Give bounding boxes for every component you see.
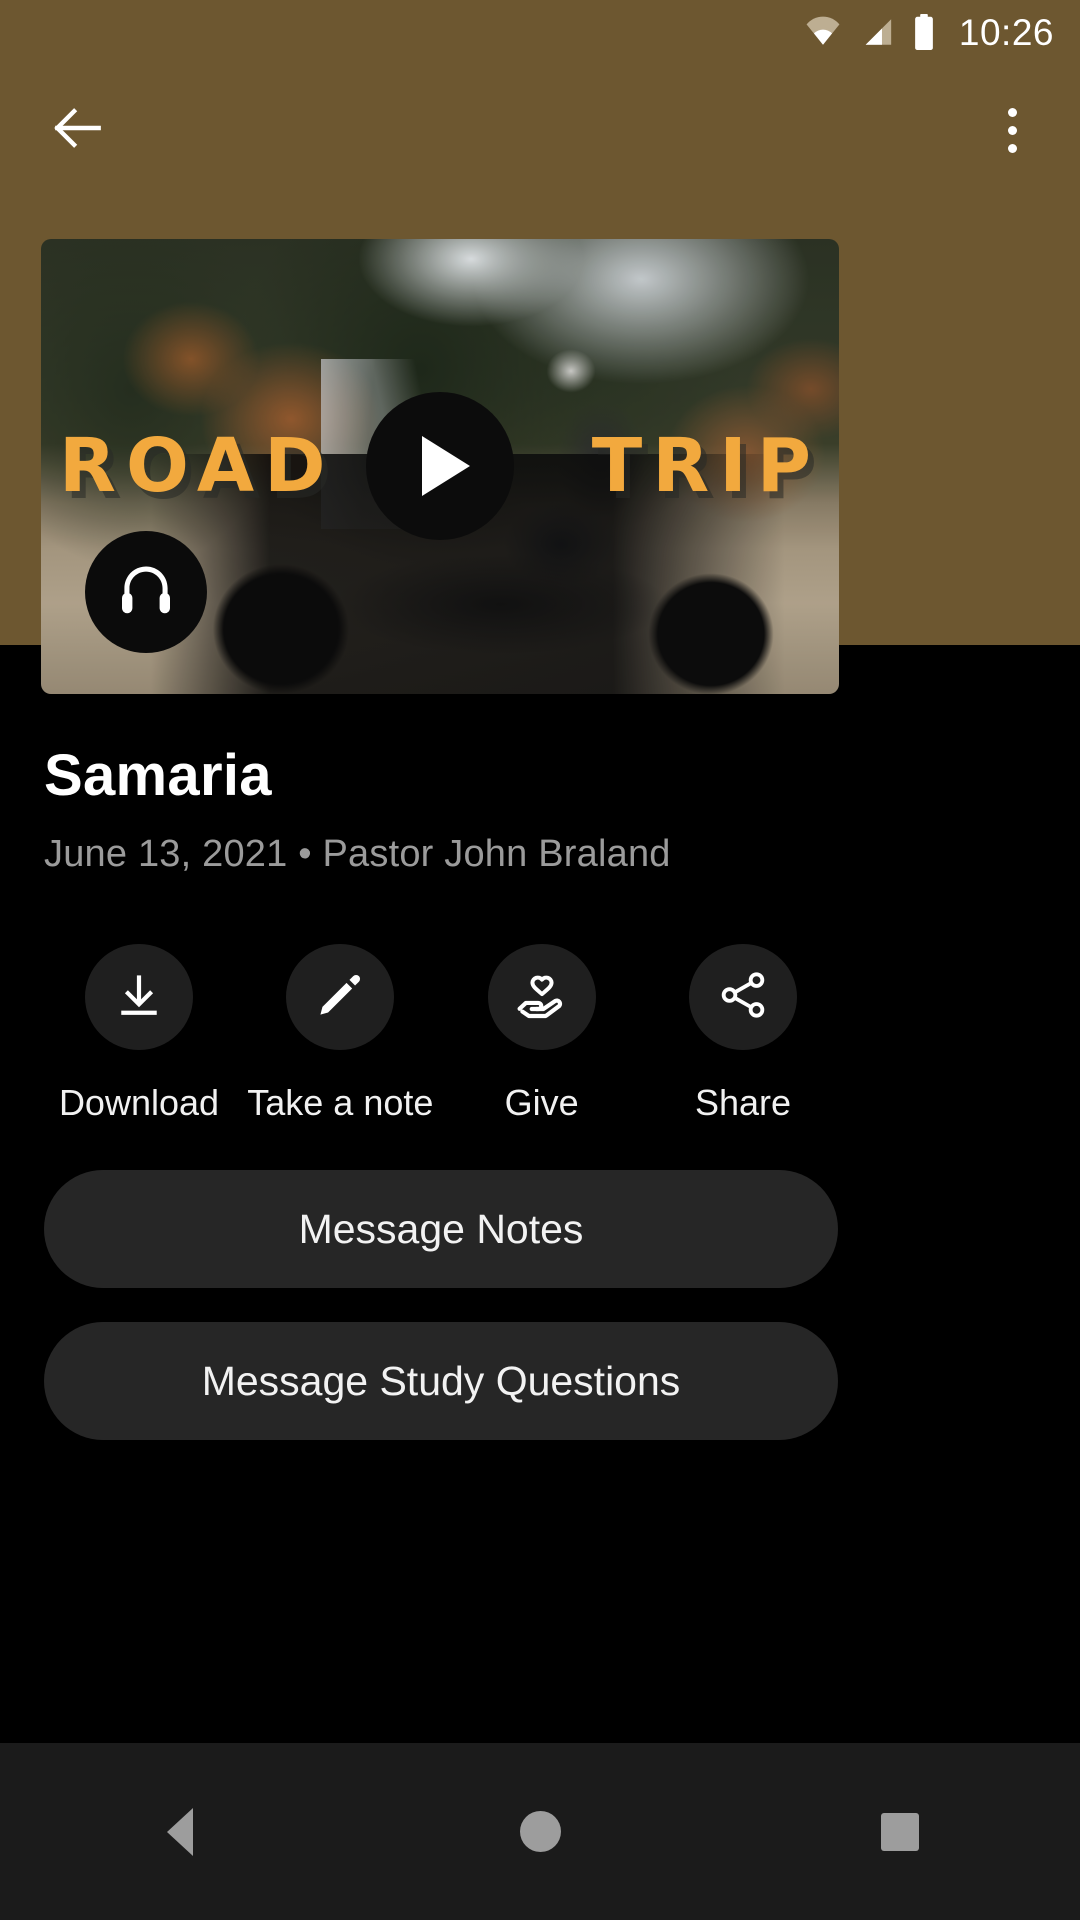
app-screen: 10:26 ROAD TRIP Samaria June 13, 2021 • …: [0, 0, 1080, 1920]
message-study-questions-button[interactable]: Message Study Questions: [44, 1322, 838, 1440]
give-action[interactable]: Give: [447, 944, 637, 1124]
download-label: Download: [58, 1082, 220, 1123]
nav-back-button[interactable]: [105, 1777, 255, 1887]
hand-heart-icon: [514, 967, 570, 1028]
app-bar: [0, 74, 1080, 184]
message-notes-button[interactable]: Message Notes: [44, 1170, 838, 1288]
nav-recents-button[interactable]: [825, 1777, 975, 1887]
system-navigation-bar: [0, 1743, 1080, 1920]
status-bar: 10:26: [0, 0, 1080, 64]
overflow-menu-button[interactable]: [970, 88, 1054, 172]
share-label: Share: [694, 1082, 792, 1123]
nav-back-icon: [167, 1807, 193, 1856]
download-action[interactable]: Download: [44, 944, 234, 1124]
overflow-menu-icon: [1007, 125, 1017, 135]
pencil-icon: [313, 968, 367, 1027]
share-button[interactable]: [688, 944, 797, 1050]
take-note-action[interactable]: Take a note: [245, 944, 435, 1124]
wifi-icon: [803, 15, 843, 49]
give-label: Give: [504, 1082, 579, 1123]
cellular-signal-icon: [857, 15, 897, 49]
overflow-menu-icon: [1007, 143, 1017, 153]
message-notes-label: Message Notes: [298, 1205, 584, 1252]
message-study-questions-label: Message Study Questions: [201, 1357, 681, 1404]
audio-only-button[interactable]: [85, 531, 207, 653]
download-icon: [111, 967, 167, 1028]
download-button[interactable]: [85, 944, 193, 1050]
nav-recents-icon: [881, 1812, 919, 1851]
overflow-menu-icon: [1007, 107, 1017, 117]
take-note-button[interactable]: [286, 944, 395, 1050]
nav-home-icon: [519, 1811, 561, 1852]
status-bar-clock: 10:26: [958, 11, 1054, 53]
back-button[interactable]: [36, 88, 120, 172]
sermon-title: Samaria: [44, 743, 272, 808]
headphones-icon: [114, 558, 178, 627]
play-icon: [422, 436, 470, 496]
action-row: Download Take a note Give Share: [44, 944, 838, 1124]
share-icon: [716, 968, 770, 1027]
share-action[interactable]: Share: [648, 944, 838, 1124]
play-button[interactable]: [366, 392, 514, 540]
wordmark-right: TRIP: [591, 423, 821, 509]
battery-icon: [911, 13, 937, 51]
back-arrow-icon: [47, 97, 109, 164]
sermon-meta: June 13, 2021 • Pastor John Braland: [44, 833, 671, 875]
give-button[interactable]: [487, 944, 596, 1050]
wordmark-left: ROAD: [59, 423, 336, 509]
nav-home-button[interactable]: [465, 1777, 615, 1887]
take-note-label: Take a note: [247, 1082, 434, 1123]
